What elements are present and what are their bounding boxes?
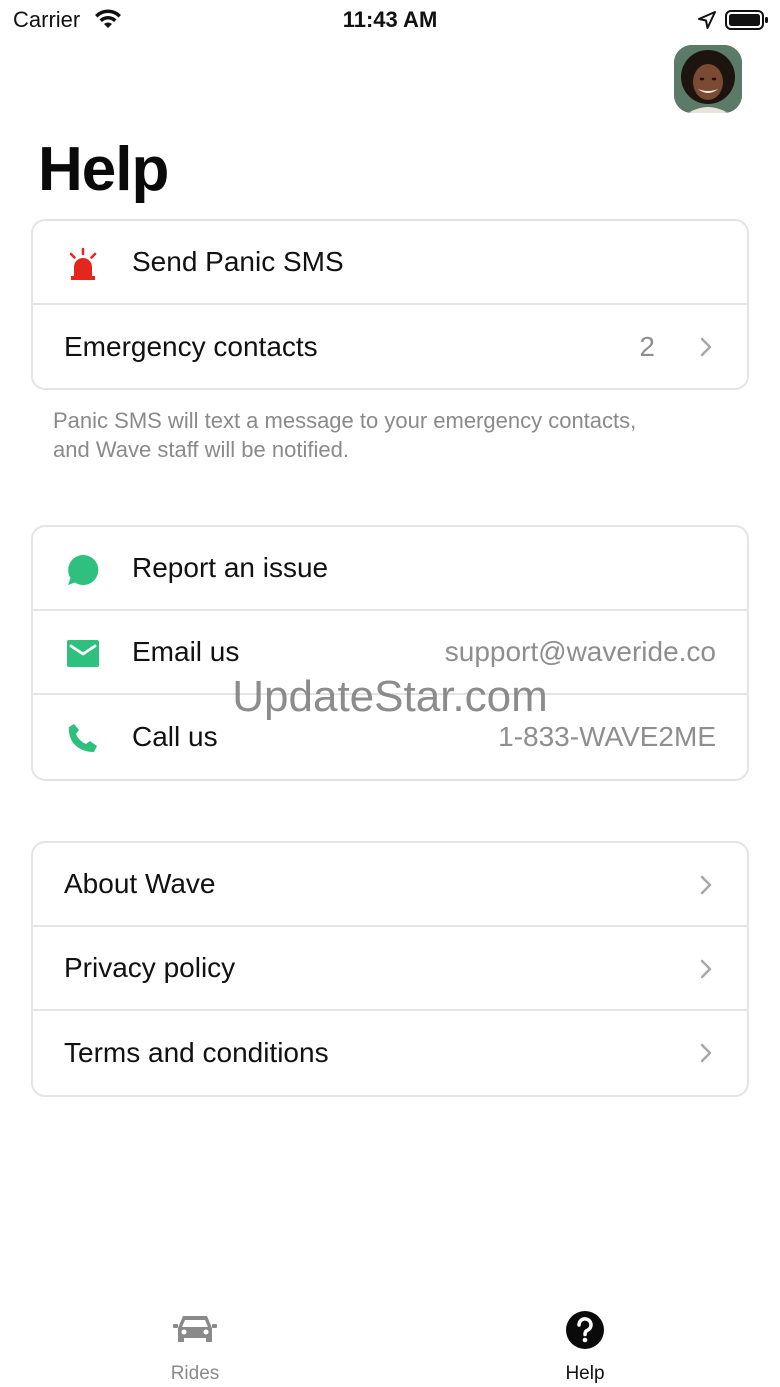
battery-icon bbox=[725, 10, 768, 30]
watermark: UpdateStar.com bbox=[232, 672, 548, 721]
privacy-policy-label: Privacy policy bbox=[64, 952, 236, 983]
tab-help-label: Help bbox=[565, 1363, 605, 1384]
phone-icon bbox=[68, 724, 97, 752]
tab-rides[interactable]: Rides bbox=[95, 1290, 295, 1387]
email-address[interactable]: support@waveride.co bbox=[445, 636, 716, 668]
tab-help[interactable]: Help bbox=[485, 1290, 685, 1387]
chat-bubble-icon bbox=[68, 554, 99, 585]
siren-icon bbox=[69, 247, 97, 280]
report-issue-label: Report an issue bbox=[132, 552, 329, 583]
support-card: Report an issue Email us support@waverid… bbox=[31, 525, 749, 781]
tab-bar: Rides Help bbox=[0, 1290, 780, 1387]
car-icon bbox=[173, 1316, 217, 1342]
avatar-image bbox=[674, 45, 742, 113]
avatar[interactable] bbox=[674, 45, 742, 113]
terms-conditions-label: Terms and conditions bbox=[64, 1037, 329, 1068]
chevron-right-icon bbox=[700, 1043, 712, 1063]
status-time: 11:43 AM bbox=[342, 7, 438, 32]
mail-icon bbox=[67, 640, 99, 667]
email-us-label: Email us bbox=[132, 636, 240, 667]
location-icon bbox=[698, 11, 716, 29]
page-title: Help bbox=[38, 135, 169, 204]
send-panic-sms-label: Send Panic SMS bbox=[132, 246, 344, 277]
call-us-label: Call us bbox=[132, 721, 218, 752]
status-bar: Carrier 11:43 AM bbox=[0, 0, 780, 40]
chevron-right-icon bbox=[700, 337, 712, 357]
privacy-policy-row[interactable]: Privacy policy bbox=[33, 927, 747, 1011]
chevron-right-icon bbox=[700, 875, 712, 895]
info-card: About Wave Privacy policy Terms and cond… bbox=[31, 841, 749, 1097]
emergency-contacts-count: 2 bbox=[639, 331, 655, 362]
send-panic-sms-row[interactable]: Send Panic SMS bbox=[33, 221, 747, 305]
question-circle-icon bbox=[566, 1311, 604, 1349]
tab-rides-label: Rides bbox=[170, 1363, 220, 1384]
about-wave-row[interactable]: About Wave bbox=[33, 843, 747, 927]
emergency-contacts-label: Emergency contacts bbox=[64, 331, 318, 362]
emergency-card: Send Panic SMS Emergency contacts 2 bbox=[31, 219, 749, 390]
phone-number[interactable]: 1-833-WAVE2ME bbox=[498, 721, 716, 753]
emergency-contacts-row[interactable]: Emergency contacts 2 bbox=[33, 305, 747, 388]
panic-sms-footnote: Panic SMS will text a message to your em… bbox=[53, 408, 637, 462]
report-issue-row[interactable]: Report an issue bbox=[33, 527, 747, 611]
chevron-right-icon bbox=[700, 959, 712, 979]
about-wave-label: About Wave bbox=[64, 868, 216, 899]
terms-conditions-row[interactable]: Terms and conditions bbox=[33, 1011, 747, 1095]
